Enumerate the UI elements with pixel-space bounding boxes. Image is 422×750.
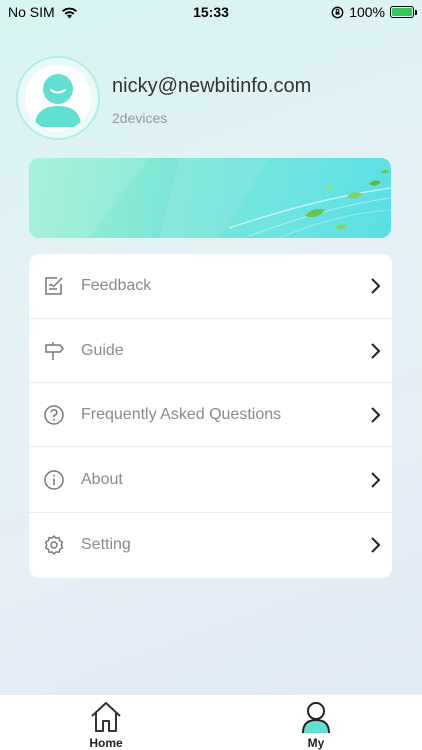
tab-label-home: Home (89, 736, 123, 750)
tab-bar: Home My (0, 694, 422, 750)
menu-label-faq: Frequently Asked Questions (81, 406, 282, 423)
tab-home[interactable]: Home (66, 695, 146, 750)
user-avatar-icon (35, 74, 81, 127)
signpost-icon (43, 340, 65, 362)
chevron-right-icon (371, 472, 381, 488)
chevron-right-icon (371, 343, 381, 359)
battery-fill (392, 8, 412, 16)
user-email[interactable]: nicky@newbitinfo.com (112, 75, 311, 98)
menu-item-faq[interactable]: Frequently Asked Questions (29, 383, 392, 447)
menu-label-guide: Guide (81, 342, 124, 359)
info-icon (43, 469, 65, 491)
person-icon (302, 702, 330, 734)
menu-card: Feedback Guide Frequently Asked Question… (29, 254, 392, 578)
tab-label-my: My (307, 736, 325, 750)
menu-label-setting: Setting (81, 536, 131, 553)
tab-my[interactable]: My (276, 695, 356, 750)
promo-banner[interactable] (29, 158, 391, 238)
status-right: 100% (331, 4, 417, 20)
menu-item-setting[interactable]: Setting (29, 513, 392, 577)
menu-item-feedback[interactable]: Feedback (29, 254, 392, 318)
divider (29, 446, 392, 447)
avatar-image (25, 65, 91, 131)
device-count: 2devices (112, 110, 168, 126)
chevron-right-icon (371, 278, 381, 294)
chevron-right-icon (371, 537, 381, 553)
menu-item-about[interactable]: About (29, 448, 392, 512)
menu-label-feedback: Feedback (81, 277, 152, 294)
menu-item-guide[interactable]: Guide (29, 319, 392, 383)
status-bar: No SIM 15:33 100% (0, 0, 422, 26)
gear-icon (43, 534, 65, 556)
feedback-icon (43, 275, 65, 297)
battery-icon (390, 6, 417, 18)
avatar[interactable] (16, 56, 100, 140)
orientation-lock-icon (331, 6, 344, 18)
question-icon (43, 404, 65, 426)
banner-leaves-art (29, 158, 391, 238)
battery-percent: 100% (349, 4, 385, 20)
chevron-right-icon (371, 407, 381, 423)
home-icon (91, 702, 121, 732)
menu-label-about: About (81, 471, 123, 488)
